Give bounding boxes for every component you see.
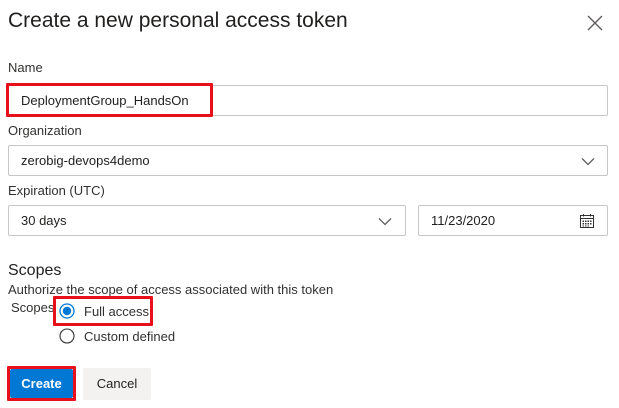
scopes-description: Authorize the scope of access associated… bbox=[8, 282, 334, 297]
create-highlight bbox=[7, 366, 76, 401]
cancel-button[interactable]: Cancel bbox=[83, 368, 151, 400]
organization-select[interactable]: zerobig-devops4demo bbox=[8, 145, 608, 176]
scopes-heading: Scopes bbox=[8, 262, 62, 279]
chevron-down-icon bbox=[581, 154, 595, 168]
close-icon[interactable] bbox=[585, 13, 605, 33]
chevron-down-icon bbox=[378, 214, 392, 228]
name-label: Name bbox=[8, 60, 43, 75]
scopes-label: Scopes bbox=[11, 300, 55, 315]
expiration-label: Expiration (UTC) bbox=[8, 183, 105, 198]
custom-defined-label[interactable]: Custom defined bbox=[84, 329, 175, 344]
organization-label: Organization bbox=[8, 123, 82, 138]
expiration-value: 30 days bbox=[21, 213, 67, 228]
name-highlight bbox=[6, 83, 213, 117]
calendar-icon[interactable] bbox=[579, 213, 595, 229]
expiration-select[interactable]: 30 days bbox=[8, 205, 406, 236]
expiration-date-input[interactable]: 11/23/2020 bbox=[418, 205, 608, 236]
dialog-title: Create a new personal access token bbox=[8, 9, 348, 32]
full-access-highlight bbox=[53, 296, 153, 326]
custom-defined-radio[interactable] bbox=[59, 328, 75, 344]
organization-value: zerobig-devops4demo bbox=[21, 153, 150, 168]
expiration-date-value: 11/23/2020 bbox=[431, 213, 496, 228]
